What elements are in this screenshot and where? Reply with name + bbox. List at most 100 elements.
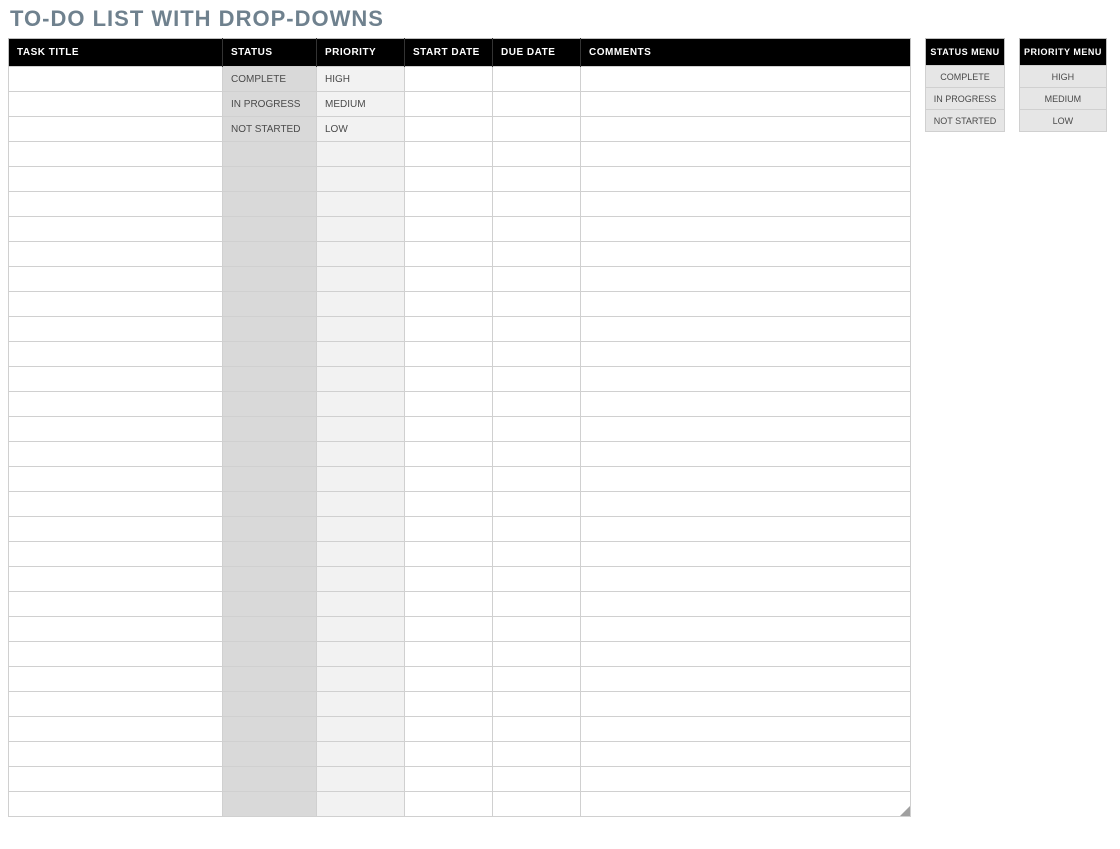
- priority-cell[interactable]: [317, 442, 405, 467]
- start-date-cell[interactable]: [405, 167, 493, 192]
- priority-cell[interactable]: [317, 167, 405, 192]
- task-cell[interactable]: [9, 567, 223, 592]
- start-date-cell[interactable]: [405, 542, 493, 567]
- comments-cell[interactable]: [581, 467, 911, 492]
- due-date-cell[interactable]: [493, 492, 581, 517]
- status-cell[interactable]: [223, 317, 317, 342]
- due-date-cell[interactable]: [493, 317, 581, 342]
- due-date-cell[interactable]: [493, 567, 581, 592]
- task-cell[interactable]: [9, 217, 223, 242]
- status-cell[interactable]: [223, 142, 317, 167]
- comments-cell[interactable]: [581, 517, 911, 542]
- due-date-cell[interactable]: [493, 667, 581, 692]
- priority-menu-item[interactable]: LOW: [1020, 110, 1107, 132]
- task-cell[interactable]: [9, 792, 223, 817]
- due-date-cell[interactable]: [493, 292, 581, 317]
- comments-cell[interactable]: [581, 292, 911, 317]
- comments-cell[interactable]: [581, 317, 911, 342]
- start-date-cell[interactable]: [405, 242, 493, 267]
- task-cell[interactable]: [9, 167, 223, 192]
- status-menu-item[interactable]: IN PROGRESS: [926, 88, 1005, 110]
- start-date-cell[interactable]: [405, 717, 493, 742]
- priority-cell[interactable]: [317, 517, 405, 542]
- priority-cell[interactable]: [317, 192, 405, 217]
- priority-cell[interactable]: [317, 292, 405, 317]
- priority-cell[interactable]: [317, 267, 405, 292]
- status-cell[interactable]: [223, 792, 317, 817]
- start-date-cell[interactable]: [405, 342, 493, 367]
- start-date-cell[interactable]: [405, 692, 493, 717]
- status-cell[interactable]: [223, 342, 317, 367]
- task-cell[interactable]: [9, 517, 223, 542]
- status-cell[interactable]: [223, 542, 317, 567]
- status-cell[interactable]: [223, 442, 317, 467]
- start-date-cell[interactable]: [405, 767, 493, 792]
- task-cell[interactable]: [9, 117, 223, 142]
- due-date-cell[interactable]: [493, 617, 581, 642]
- comments-cell[interactable]: [581, 242, 911, 267]
- comments-cell[interactable]: [581, 617, 911, 642]
- task-cell[interactable]: [9, 492, 223, 517]
- status-cell[interactable]: [223, 392, 317, 417]
- task-cell[interactable]: [9, 742, 223, 767]
- due-date-cell[interactable]: [493, 742, 581, 767]
- start-date-cell[interactable]: [405, 317, 493, 342]
- status-cell[interactable]: [223, 642, 317, 667]
- priority-cell[interactable]: [317, 667, 405, 692]
- priority-cell[interactable]: [317, 742, 405, 767]
- comments-cell[interactable]: [581, 542, 911, 567]
- comments-cell[interactable]: [581, 767, 911, 792]
- status-cell[interactable]: [223, 417, 317, 442]
- due-date-cell[interactable]: [493, 792, 581, 817]
- start-date-cell[interactable]: [405, 492, 493, 517]
- due-date-cell[interactable]: [493, 592, 581, 617]
- comments-cell[interactable]: [581, 742, 911, 767]
- task-cell[interactable]: [9, 192, 223, 217]
- comments-cell[interactable]: [581, 92, 911, 117]
- priority-cell[interactable]: [317, 642, 405, 667]
- comments-cell[interactable]: [581, 167, 911, 192]
- status-cell[interactable]: [223, 592, 317, 617]
- start-date-cell[interactable]: [405, 367, 493, 392]
- start-date-cell[interactable]: [405, 92, 493, 117]
- priority-cell[interactable]: [317, 217, 405, 242]
- comments-cell[interactable]: [581, 142, 911, 167]
- task-cell[interactable]: [9, 267, 223, 292]
- priority-cell[interactable]: [317, 367, 405, 392]
- task-cell[interactable]: [9, 392, 223, 417]
- priority-cell[interactable]: [317, 692, 405, 717]
- due-date-cell[interactable]: [493, 142, 581, 167]
- start-date-cell[interactable]: [405, 792, 493, 817]
- comments-cell[interactable]: [581, 717, 911, 742]
- priority-cell[interactable]: [317, 142, 405, 167]
- comments-cell[interactable]: [581, 67, 911, 92]
- due-date-cell[interactable]: [493, 242, 581, 267]
- start-date-cell[interactable]: [405, 617, 493, 642]
- comments-cell[interactable]: [581, 442, 911, 467]
- status-cell[interactable]: NOT STARTED: [223, 117, 317, 142]
- due-date-cell[interactable]: [493, 367, 581, 392]
- task-cell[interactable]: [9, 592, 223, 617]
- comments-cell[interactable]: [581, 342, 911, 367]
- task-cell[interactable]: [9, 317, 223, 342]
- start-date-cell[interactable]: [405, 567, 493, 592]
- priority-cell[interactable]: [317, 567, 405, 592]
- due-date-cell[interactable]: [493, 442, 581, 467]
- status-cell[interactable]: [223, 492, 317, 517]
- start-date-cell[interactable]: [405, 217, 493, 242]
- due-date-cell[interactable]: [493, 392, 581, 417]
- comments-cell[interactable]: [581, 667, 911, 692]
- start-date-cell[interactable]: [405, 292, 493, 317]
- due-date-cell[interactable]: [493, 542, 581, 567]
- status-cell[interactable]: [223, 242, 317, 267]
- comments-cell[interactable]: [581, 392, 911, 417]
- priority-cell[interactable]: [317, 467, 405, 492]
- start-date-cell[interactable]: [405, 267, 493, 292]
- status-cell[interactable]: COMPLETE: [223, 67, 317, 92]
- comments-cell[interactable]: [581, 267, 911, 292]
- priority-menu-item[interactable]: MEDIUM: [1020, 88, 1107, 110]
- start-date-cell[interactable]: [405, 667, 493, 692]
- status-cell[interactable]: [223, 767, 317, 792]
- start-date-cell[interactable]: [405, 742, 493, 767]
- task-cell[interactable]: [9, 617, 223, 642]
